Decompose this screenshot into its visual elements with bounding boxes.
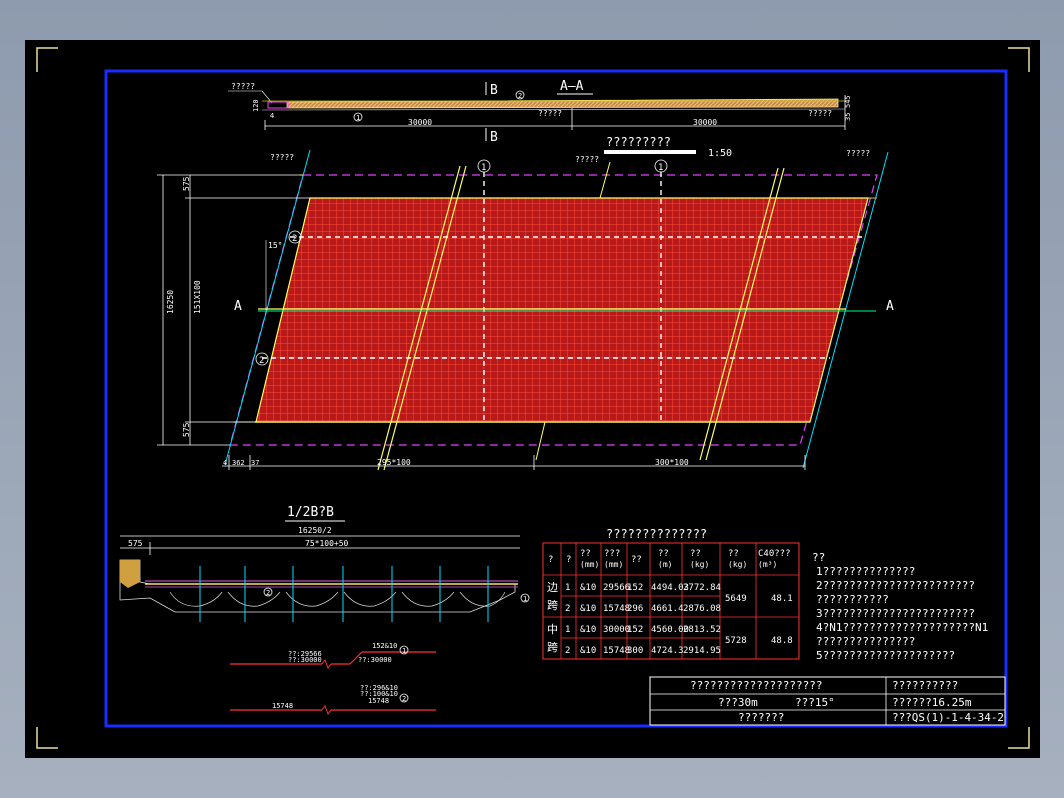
tb-r1: ?????????? bbox=[892, 679, 958, 692]
th-1: ? bbox=[566, 555, 571, 565]
tb-skew: ???15° bbox=[795, 696, 835, 709]
plan-dim-mid: 151X100 bbox=[193, 280, 202, 314]
note-line-1: 2??????????????????????? bbox=[816, 579, 975, 592]
dim-4: 4 bbox=[270, 112, 274, 120]
group-total-1: 5728 bbox=[725, 636, 747, 646]
note-line-3: 3??????????????????????? bbox=[816, 607, 975, 620]
note-line-4: 4?N1????????????????????N1 bbox=[816, 621, 988, 634]
cross-dim-spacing: 75*100+50 bbox=[305, 539, 349, 548]
plan-title: ????????? bbox=[606, 135, 671, 149]
cad-drawing: A—A B B ????? 120 4 1 2 ????? ????? 3000… bbox=[25, 40, 1040, 758]
note-line-0: 1?????????????? bbox=[816, 565, 915, 578]
plan-dim-362: 362 bbox=[232, 459, 245, 467]
top-label-right: ????? bbox=[808, 109, 832, 118]
th-0: ? bbox=[548, 555, 553, 565]
plan-dim-4: 4 bbox=[223, 459, 227, 467]
cross-mark-1: 1 bbox=[523, 595, 527, 603]
plan-scale: 1:50 bbox=[708, 148, 732, 159]
row-0-1-c3: 4661.4 bbox=[651, 604, 684, 614]
tb-sub-title: ??????? bbox=[738, 711, 784, 724]
plan-dim-295: 295*100 bbox=[377, 458, 411, 467]
cross-title: 1/2B?B bbox=[287, 505, 334, 520]
notes-heading: ?? bbox=[812, 551, 825, 564]
row-1-0-c4: 2813.52 bbox=[683, 625, 721, 635]
row-1-1-c3: 4724.3 bbox=[651, 646, 684, 656]
plan-marker-1a: 1 bbox=[481, 163, 486, 173]
row-0-0-c4: 2772.84 bbox=[683, 583, 721, 593]
group-name-1-1: 跨 bbox=[547, 641, 558, 654]
note-line-5: ??????????????? bbox=[816, 635, 915, 648]
row-0-1-no: 2 bbox=[565, 604, 570, 614]
tb-r3: ???QS(1)-1-4-34-2 bbox=[892, 711, 1004, 724]
bar1-right1: 152&10 bbox=[372, 642, 397, 650]
row-1-0-no: 1 bbox=[565, 625, 570, 635]
note-line-6: 5???????????????????? bbox=[816, 649, 955, 662]
cross-mark-2: 2 bbox=[266, 589, 270, 597]
plan-dim-37: 37 bbox=[251, 459, 259, 467]
row-0-0-c2: 152 bbox=[627, 583, 643, 593]
group-volume-0: 48.1 bbox=[771, 594, 793, 604]
dim-left-30000: 30000 bbox=[408, 118, 432, 127]
dim-120: 120 bbox=[252, 99, 260, 112]
dim-side-top: 545 bbox=[844, 95, 852, 108]
section-mark-b-bottom: B bbox=[490, 130, 498, 145]
plan-label-top-left: ????? bbox=[270, 153, 294, 162]
bar2-len: 15748 bbox=[272, 702, 293, 710]
row-0-0-no: 1 bbox=[565, 583, 570, 593]
table-title: ?????????????? bbox=[606, 527, 707, 541]
row-0-1-c4: 2876.08 bbox=[683, 604, 721, 614]
plan-marker-1b: 1 bbox=[658, 163, 663, 173]
group-total-0: 5649 bbox=[725, 594, 747, 604]
marker-1-top: 1 bbox=[356, 114, 360, 122]
group-name-0-0: 边 bbox=[547, 581, 558, 594]
plan-marker-2b: 2 bbox=[259, 356, 264, 366]
plan-dim-575-bottom: 575 bbox=[182, 422, 191, 437]
plan-angle: 15° bbox=[268, 241, 282, 250]
note-line-2: ??????????? bbox=[816, 593, 889, 606]
bar1-mark: 1 bbox=[402, 647, 406, 655]
group-name-0-1: 跨 bbox=[547, 599, 558, 612]
plan-marker-2a: 2 bbox=[292, 234, 297, 244]
section-title: A—A bbox=[560, 79, 584, 94]
bar1-line2: ??:30000 bbox=[288, 656, 322, 664]
bar2-mark: 2 bbox=[402, 695, 406, 703]
row-1-1-no: 2 bbox=[565, 646, 570, 656]
th-4: ?? bbox=[631, 555, 642, 565]
bar1-right2: ??:30000 bbox=[358, 656, 392, 664]
plan-label-top-right: ????? bbox=[846, 149, 870, 158]
row-0-1-c0: &10 bbox=[580, 604, 596, 614]
group-name-1-0: 中 bbox=[547, 623, 558, 636]
top-label-left: ????? bbox=[231, 82, 255, 91]
dim-side-bottom: 35 bbox=[844, 113, 852, 121]
row-1-0-c0: &10 bbox=[580, 625, 596, 635]
plan-label-top-mid: ????? bbox=[575, 155, 599, 164]
plan-dim-300: 300*100 bbox=[655, 458, 689, 467]
mesh-grid bbox=[255, 197, 869, 423]
tb-span: ???30m bbox=[718, 696, 758, 709]
row-0-1-c2: 296 bbox=[627, 604, 643, 614]
dim-right-30000: 30000 bbox=[693, 118, 717, 127]
tb-main-title: ???????????????????? bbox=[690, 679, 822, 692]
bar2-right1: 15748 bbox=[368, 697, 389, 705]
section-mark-a-left: A bbox=[234, 299, 242, 314]
marker-2-top: 2 bbox=[518, 92, 522, 100]
top-label-mid: ????? bbox=[538, 109, 562, 118]
row-1-1-c4: 2914.95 bbox=[683, 646, 721, 656]
row-0-0-c0: &10 bbox=[580, 583, 596, 593]
group-volume-1: 48.8 bbox=[771, 636, 793, 646]
section-mark-a-right: A bbox=[886, 299, 894, 314]
tb-r2: ??????16.25m bbox=[892, 696, 972, 709]
row-1-0-c2: 152 bbox=[627, 625, 643, 635]
plan-dim-total: 16250 bbox=[166, 290, 175, 314]
row-1-1-c2: 300 bbox=[627, 646, 643, 656]
cross-dim-575: 575 bbox=[128, 539, 143, 548]
section-mark-b-top: B bbox=[490, 83, 498, 98]
row-1-1-c0: &10 bbox=[580, 646, 596, 656]
cross-dim-half: 16250/2 bbox=[298, 526, 332, 535]
plan-dim-575-top: 575 bbox=[182, 176, 191, 191]
